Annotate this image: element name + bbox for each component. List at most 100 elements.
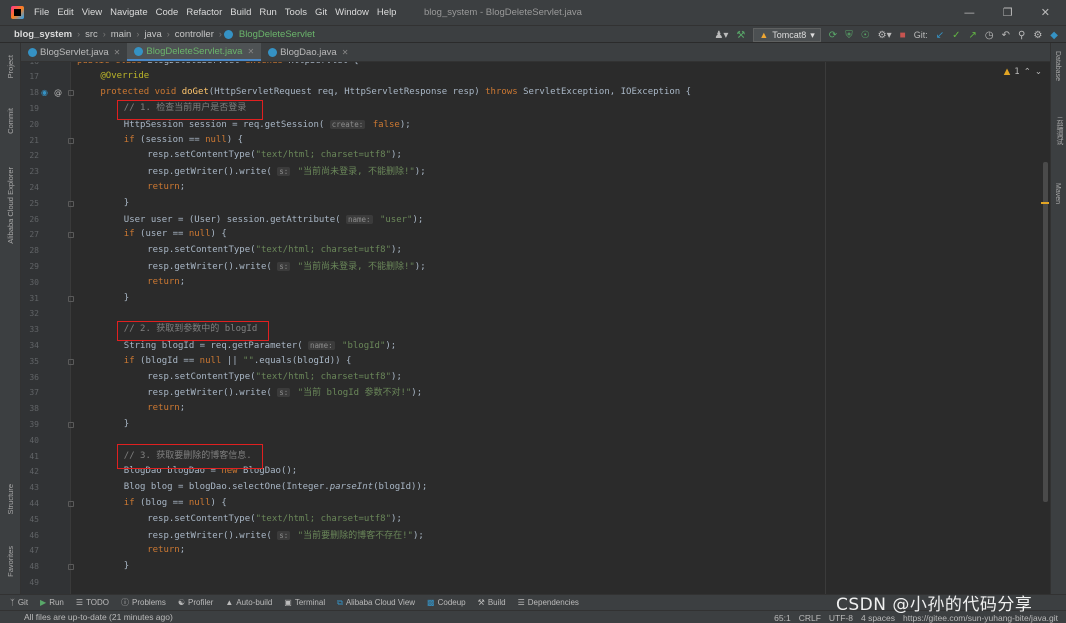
fold-marker-icon[interactable] — [68, 295, 74, 302]
override-marker-icon[interactable]: ◉ — [41, 88, 48, 97]
tool-alibaba-cloud-explorer[interactable]: Alibaba Cloud Explorer — [2, 155, 19, 255]
fold-marker-icon[interactable] — [68, 90, 74, 97]
coverage-icon[interactable]: ☉ — [861, 30, 870, 41]
code-line[interactable]: } — [124, 291, 129, 307]
code-line[interactable]: resp.getWriter().write( s: "当前 blogId 参数… — [147, 385, 422, 401]
rerun-icon[interactable]: ⟳ — [829, 30, 837, 41]
code-line[interactable]: Blog blog = blogDao.selectOne(Integer.pa… — [124, 480, 427, 496]
tool-auto-build[interactable]: ▲ Auto-build — [225, 598, 272, 607]
code-line[interactable]: protected void doGet(HttpServletRequest … — [100, 85, 691, 101]
code-line[interactable]: resp.setContentType("text/html; charset=… — [147, 370, 402, 386]
breadcrumb-controller[interactable]: controller — [172, 29, 217, 40]
tab-blogdao[interactable]: BlogDao.java ✕ — [261, 43, 355, 61]
code-line[interactable]: resp.setContentType("text/html; charset=… — [147, 148, 402, 164]
code-line[interactable]: return; — [147, 275, 185, 291]
code-line[interactable]: } — [124, 559, 129, 575]
status-message[interactable]: All files are up-to-date (21 minutes ago… — [24, 612, 173, 622]
warning-stripe-marker[interactable] — [1041, 202, 1049, 204]
history-icon[interactable]: ◷ — [985, 30, 994, 41]
close-icon[interactable]: ✕ — [1041, 6, 1050, 19]
code-line[interactable]: if (user == null) { — [124, 227, 227, 243]
code-line[interactable]: } — [124, 417, 129, 433]
tab-blogdeleteservlet[interactable]: BlogDeleteServlet.java ✕ — [127, 43, 262, 61]
stop-icon[interactable]: ■ — [900, 30, 906, 41]
code-line[interactable]: return; — [147, 543, 185, 559]
breadcrumb-class[interactable]: BlogDeleteServlet — [236, 29, 318, 40]
close-icon[interactable]: ✕ — [114, 48, 121, 57]
code-line[interactable]: resp.getWriter().write( s: "当前尚未登录, 不能删除… — [147, 259, 426, 275]
code-line[interactable]: return; — [147, 180, 185, 196]
code-line[interactable]: } — [124, 196, 129, 212]
fold-marker-icon[interactable] — [68, 421, 74, 428]
restore-icon[interactable]: ❐ — [1003, 6, 1013, 19]
breadcrumb-src[interactable]: src — [82, 29, 101, 40]
code-line[interactable]: resp.getWriter().write( s: "当前尚未登录, 不能删除… — [147, 164, 426, 180]
breadcrumb-project[interactable]: blog_system — [0, 29, 75, 40]
git-update-icon[interactable]: ↙ — [936, 30, 944, 41]
menu-git[interactable]: Git — [311, 7, 331, 18]
tool-database[interactable]: Database — [1054, 51, 1061, 81]
fold-marker-icon[interactable] — [68, 500, 74, 507]
tool-favorites[interactable]: Favorites — [2, 537, 19, 585]
menu-code[interactable]: Code — [152, 7, 183, 18]
close-icon[interactable]: ✕ — [247, 47, 254, 56]
tool-maven[interactable]: Maven — [1054, 183, 1061, 204]
close-icon[interactable]: ✕ — [342, 48, 349, 57]
search-icon[interactable]: ⚲ — [1018, 30, 1025, 41]
menu-run[interactable]: Run — [255, 7, 280, 18]
code-line[interactable]: if (session == null) { — [124, 133, 243, 149]
breadcrumb-java[interactable]: java — [141, 29, 164, 40]
code-line[interactable]: @Override — [100, 69, 149, 85]
code-line[interactable]: resp.getWriter().write( s: "当前要删除的博客不存在!… — [147, 528, 424, 544]
git-push-icon[interactable]: ↗ — [968, 30, 976, 41]
code-line[interactable]: resp.setContentType("text/html; charset=… — [147, 512, 402, 528]
menu-view[interactable]: View — [78, 7, 106, 18]
line-separator[interactable]: CRLF — [799, 613, 821, 623]
tool-run[interactable]: ▶ Run — [40, 598, 64, 607]
code-line[interactable]: if (blogId == null || "".equals(blogId))… — [124, 354, 352, 370]
inspection-indicator[interactable]: ▲ 1 ⌃ ⌄ — [1004, 67, 1042, 77]
tool-cloud-debug[interactable]: 云端调试 — [1054, 117, 1064, 145]
tool-todo[interactable]: ☰ TODO — [76, 598, 109, 607]
run-config-select[interactable]: ▲ Tomcat8 ▾ — [753, 28, 821, 42]
tool-structure[interactable]: Structure — [2, 475, 19, 523]
menu-navigate[interactable]: Navigate — [106, 7, 152, 18]
debug-icon[interactable]: ⛨ — [845, 30, 853, 41]
fold-marker-icon[interactable] — [68, 564, 74, 571]
code-line[interactable]: return; — [147, 401, 185, 417]
menu-file[interactable]: File — [30, 7, 53, 18]
chevron-up-icon[interactable]: ⌃ — [1024, 67, 1031, 77]
tool-project[interactable]: Project — [2, 47, 19, 87]
code-line[interactable]: if (blog == null) { — [124, 496, 227, 512]
tool-terminal[interactable]: ▣ Terminal — [284, 598, 325, 607]
tool-commit[interactable]: Commit — [2, 99, 19, 143]
menu-build[interactable]: Build — [226, 7, 255, 18]
menu-help[interactable]: Help — [373, 7, 401, 18]
breadcrumb-main[interactable]: main — [108, 29, 135, 40]
settings-icon[interactable]: ⚙ — [1033, 30, 1042, 41]
caret-position[interactable]: 65:1 — [774, 613, 791, 623]
tool-alibaba-cloud-view[interactable]: ⧉ Alibaba Cloud View — [337, 598, 415, 608]
tool-dependencies[interactable]: ☰ Dependencies — [518, 598, 579, 607]
chevron-down-icon[interactable]: ⌄ — [1035, 67, 1042, 77]
tool-profiler[interactable]: ☯ Profiler — [178, 598, 214, 607]
fold-marker-icon[interactable] — [68, 137, 74, 144]
more-run-icon[interactable]: ⚙▾ — [878, 30, 892, 41]
code-line[interactable]: public class BlogDeleteServlet extends H… — [77, 62, 359, 69]
fold-marker-icon[interactable] — [68, 358, 74, 365]
menu-edit[interactable]: Edit — [53, 7, 77, 18]
menu-refactor[interactable]: Refactor — [182, 7, 226, 18]
tool-build[interactable]: ⚒ Build — [478, 598, 506, 607]
rollback-icon[interactable]: ↶ — [1002, 30, 1010, 41]
hammer-icon[interactable]: ⚒ — [736, 30, 745, 41]
code-editor[interactable]: 16 17 18 19 20 21 22 23 24 25 26 27 28 29 30 31 32 33 34 35… — [21, 62, 1050, 594]
fold-marker-icon[interactable] — [68, 232, 74, 239]
code-line[interactable]: resp.setContentType("text/html; charset=… — [147, 243, 402, 259]
tool-problems[interactable]: ⓘ Problems — [121, 597, 166, 608]
fold-marker-icon[interactable] — [68, 200, 74, 207]
vertical-scrollbar[interactable] — [1043, 162, 1048, 502]
tool-codeup[interactable]: ▩ Codeup — [427, 598, 466, 607]
code-line[interactable]: User user = (User) session.getAttribute(… — [124, 212, 423, 228]
menu-window[interactable]: Window — [331, 7, 373, 18]
annotation-marker-icon[interactable]: @ — [54, 88, 62, 97]
